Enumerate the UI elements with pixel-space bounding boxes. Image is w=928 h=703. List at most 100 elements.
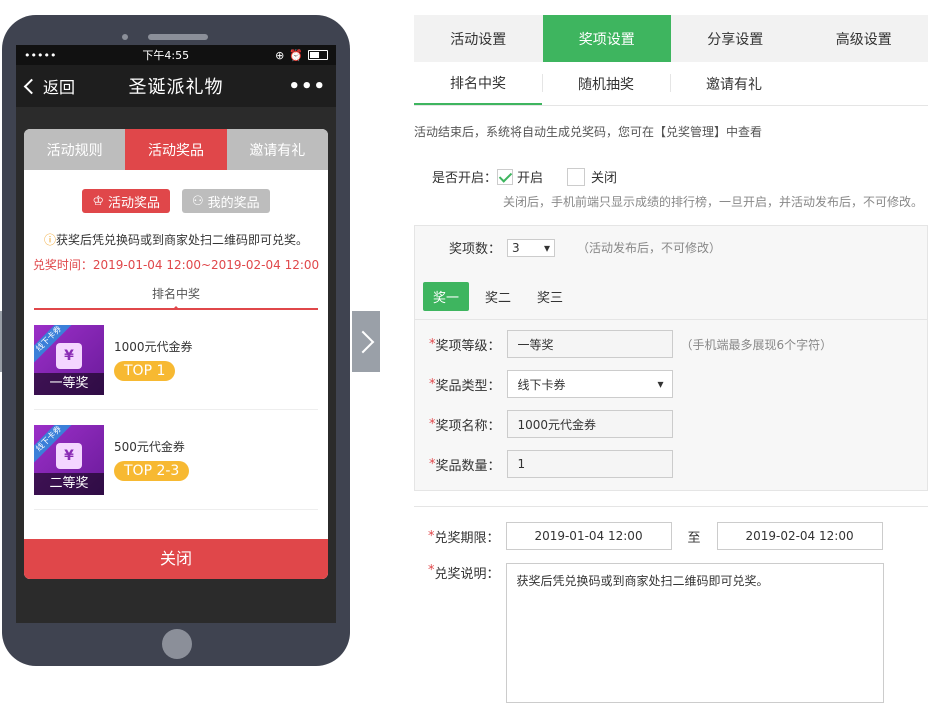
user-icon: ⚇ — [192, 194, 204, 209]
rotation-lock-icon: ⊕ — [275, 49, 284, 62]
phone-preview: ••••• 下午4:55 ⊕ ⏰ 返回 圣诞派礼物 ••• 活动规则 活动奖品 … — [2, 15, 350, 666]
signal-dots: ••••• — [24, 49, 56, 62]
next-page-button[interactable] — [352, 311, 380, 372]
prize-level: 二等奖 — [34, 473, 104, 495]
activity-prizes-label: 活动奖品 — [108, 192, 160, 211]
activity-prizes-button[interactable]: ♔ 活动奖品 — [82, 189, 170, 213]
nav-bar: 返回 圣诞派礼物 ••• — [16, 65, 336, 107]
back-button[interactable]: 返回 — [26, 74, 75, 98]
enable-off-label: 关闭 — [591, 167, 617, 186]
tab-rank-prize[interactable]: 排名中奖 — [414, 62, 542, 105]
chevron-right-icon — [352, 330, 375, 353]
period-start-input[interactable]: 2019-01-04 12:00 — [506, 522, 672, 550]
redeem-notice: ⓘ获奖后凭兑换码或到商家处扫二维码即可兑奖。 — [24, 231, 328, 248]
prize-toggle: ♔ 活动奖品 ⚇ 我的奖品 — [24, 189, 328, 213]
modal-tabs: 活动规则 活动奖品 邀请有礼 — [24, 129, 328, 170]
prize-count-value: 3 — [512, 241, 520, 255]
qty-label: 奖品数量： — [436, 455, 501, 474]
name-input[interactable]: 1000元代金券 — [507, 410, 673, 438]
prize-name: 500元代金券 — [114, 438, 189, 455]
description-textarea[interactable]: 获奖后凭兑换码或到商家处扫二维码即可兑奖。 — [506, 563, 884, 703]
main-tabs: 活动设置 奖项设置 分享设置 高级设置 — [414, 15, 928, 62]
prev-edge — [0, 311, 2, 372]
enable-off-checkbox[interactable] — [567, 168, 585, 186]
chevron-left-icon — [24, 78, 40, 94]
qty-input[interactable]: 1 — [507, 450, 673, 478]
period-to-label: 至 — [688, 527, 701, 546]
list-item: 线下卡券 ¥ 二等奖 500元代金券 TOP 2-3 — [34, 410, 318, 510]
more-button[interactable]: ••• — [288, 76, 326, 97]
period-row: * 兑奖期限： 2019-01-04 12:00 至 2019-02-04 12… — [428, 522, 883, 550]
prize-modal: 活动规则 活动奖品 邀请有礼 ♔ 活动奖品 ⚇ 我的奖品 ⓘ获奖后凭兑换码或到商… — [24, 129, 328, 579]
period-end-input[interactable]: 2019-02-04 12:00 — [717, 522, 883, 550]
tab-rules[interactable]: 活动规则 — [24, 129, 125, 170]
rank-badge: TOP 1 — [114, 361, 175, 381]
hint-text: 活动结束后，系统将自动生成兑奖码，您可在【兑奖管理】中查看 — [414, 123, 928, 140]
prize-count-label: 奖项数： — [449, 238, 501, 257]
tab-prize-settings[interactable]: 奖项设置 — [543, 15, 672, 62]
name-label: 奖项名称： — [436, 415, 501, 434]
enable-note: 关闭后，手机前端只显示成绩的排行榜，一旦开启，并活动发布后，不可修改。 — [503, 193, 923, 210]
yen-icon: ¥ — [56, 443, 82, 469]
prize-count-row: 奖项数： 3 ▾ （活动发布后，不可修改） — [449, 238, 721, 257]
type-row: * 奖品类型： 线下卡券 ▾ — [429, 370, 673, 398]
tab-advanced-settings[interactable]: 高级设置 — [800, 15, 928, 62]
notice-text: 获奖后凭兑换码或到商家处扫二维码即可兑奖。 — [56, 233, 308, 247]
type-value: 线下卡券 — [518, 376, 566, 393]
prize-config-box: 奖项数： 3 ▾ （活动发布后，不可修改） 奖一 奖二 奖三 * 奖项等级： 一… — [414, 225, 928, 491]
sub-tabs: 排名中奖 随机抽奖 邀请有礼 — [414, 62, 928, 106]
description-row: * 兑奖说明： 获奖后凭兑换码或到商家处扫二维码即可兑奖。 — [428, 563, 884, 703]
tab-invite[interactable]: 邀请有礼 — [227, 129, 328, 170]
home-button[interactable] — [162, 629, 192, 659]
speaker-grille — [148, 34, 208, 40]
rank-tab[interactable]: 排名中奖 — [34, 285, 318, 310]
status-icons: ⊕ ⏰ — [275, 49, 328, 62]
enable-on-checkbox[interactable] — [497, 169, 513, 185]
tier-tab-2[interactable]: 奖二 — [475, 282, 521, 311]
level-note: （手机端最多展现6个字符） — [681, 336, 833, 353]
tier-tab-3[interactable]: 奖三 — [527, 282, 573, 311]
prize-name: 1000元代金券 — [114, 338, 193, 355]
tab-random-draw[interactable]: 随机抽奖 — [542, 62, 670, 105]
list-item: 线下卡券 ¥ 一等奖 1000元代金券 TOP 1 — [34, 310, 318, 410]
period-label: 兑奖期限： — [435, 527, 500, 546]
prize-level: 一等奖 — [34, 373, 104, 395]
tab-invite-reward[interactable]: 邀请有礼 — [670, 62, 798, 105]
caret-down-icon: ▾ — [544, 241, 550, 255]
close-button[interactable]: 关闭 — [24, 539, 328, 579]
tier-tab-1[interactable]: 奖一 — [423, 282, 469, 311]
rank-badge: TOP 2-3 — [114, 461, 189, 481]
type-select[interactable]: 线下卡券 ▾ — [507, 370, 673, 398]
camera-dot — [122, 34, 128, 40]
my-prizes-button[interactable]: ⚇ 我的奖品 — [182, 189, 270, 213]
back-label: 返回 — [43, 74, 75, 98]
coupon-thumbnail: 线下卡券 ¥ 二等奖 — [34, 425, 104, 495]
enable-row: 是否开启： 开启 关闭 — [432, 167, 617, 186]
tab-prizes[interactable]: 活动奖品 — [125, 129, 226, 170]
enable-on-label: 开启 — [517, 167, 543, 186]
level-label: 奖项等级： — [436, 335, 501, 354]
qty-row: * 奖品数量： 1 — [429, 450, 673, 478]
level-row: * 奖项等级： 一等奖 （手机端最多展现6个字符） — [429, 330, 832, 358]
redeem-time: 兑奖时间：2019-01-04 12:00~2019-02-04 12:00 — [24, 256, 328, 273]
status-bar: ••••• 下午4:55 ⊕ ⏰ — [16, 45, 336, 65]
settings-panel: 活动设置 奖项设置 分享设置 高级设置 排名中奖 随机抽奖 邀请有礼 活动结束后… — [414, 15, 928, 140]
divider — [414, 506, 928, 507]
info-icon: ⓘ — [44, 233, 56, 247]
tab-share-settings[interactable]: 分享设置 — [671, 15, 800, 62]
name-row: * 奖项名称： 1000元代金券 — [429, 410, 673, 438]
description-label: 兑奖说明： — [435, 563, 500, 582]
type-label: 奖品类型： — [436, 375, 501, 394]
status-time: 下午4:55 — [142, 47, 189, 63]
tier-tabs: 奖一 奖二 奖三 — [415, 273, 927, 320]
level-input[interactable]: 一等奖 — [507, 330, 673, 358]
my-prizes-label: 我的奖品 — [208, 192, 260, 211]
prize-info: 1000元代金券 TOP 1 — [114, 338, 193, 381]
prize-info: 500元代金券 TOP 2-3 — [114, 438, 189, 481]
alarm-icon: ⏰ — [289, 49, 303, 62]
prize-count-select[interactable]: 3 ▾ — [507, 239, 555, 257]
prize-count-note: （活动发布后，不可修改） — [577, 239, 721, 256]
phone-screen: ••••• 下午4:55 ⊕ ⏰ 返回 圣诞派礼物 ••• 活动规则 活动奖品 … — [16, 45, 336, 623]
coupon-thumbnail: 线下卡券 ¥ 一等奖 — [34, 325, 104, 395]
tab-activity-settings[interactable]: 活动设置 — [414, 15, 543, 62]
